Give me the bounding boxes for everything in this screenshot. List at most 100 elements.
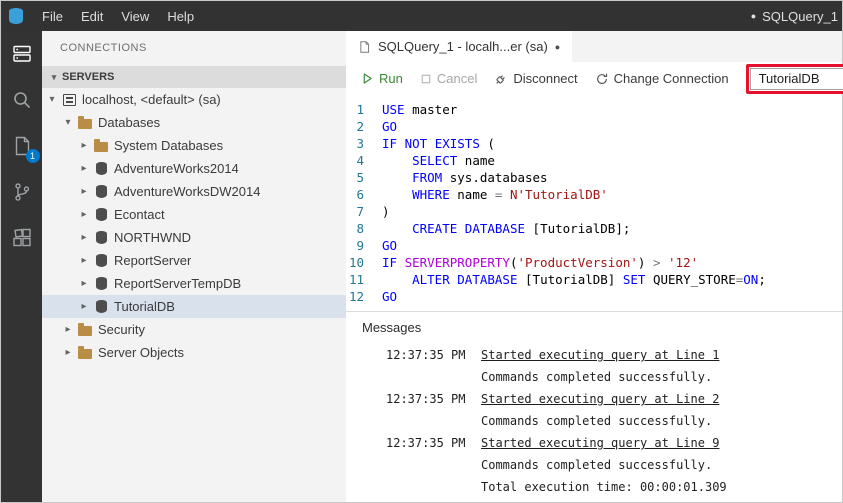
source-control-icon[interactable]	[9, 179, 35, 205]
chevron-right-icon[interactable]: ▸	[60, 324, 76, 335]
tree-item[interactable]: ▸ Security	[42, 318, 346, 341]
chevron-right-icon[interactable]: ▸	[76, 301, 92, 312]
message-text: Total execution time: 00:00:01.309	[481, 480, 727, 494]
tree-item[interactable]: ▸ System Databases	[42, 134, 346, 157]
servers-section-label: SERVERS	[62, 71, 115, 83]
database-dropdown-value: TutorialDB	[758, 71, 820, 86]
code-line[interactable]: 6 WHERE name = N'TutorialDB'	[346, 186, 842, 203]
chevron-down-icon[interactable]: ▾	[60, 117, 76, 128]
menu-view[interactable]: View	[112, 1, 158, 31]
tree-item[interactable]: ▸ AdventureWorks2014	[42, 157, 346, 180]
line-number: 11	[348, 272, 364, 287]
tree-item[interactable]: ▸ ReportServer	[42, 249, 346, 272]
code-line[interactable]: 5 FROM sys.databases	[346, 169, 842, 186]
code-line[interactable]: 1 USE master	[346, 101, 842, 118]
chevron-right-icon[interactable]: ▸	[76, 278, 92, 289]
line-number: 10	[348, 255, 364, 270]
tree-item[interactable]: ▾ localhost, <default> (sa)	[42, 88, 346, 111]
extensions-icon[interactable]	[9, 225, 35, 251]
message-time: 12:37:35 PM	[386, 436, 466, 450]
database-icon	[92, 277, 110, 290]
message-row: Commands completed successfully.	[346, 410, 842, 432]
tree-item-label: Econtact	[114, 207, 165, 222]
tree-item[interactable]: ▸ ReportServerTempDB	[42, 272, 346, 295]
code-text: GO	[382, 119, 398, 134]
folder-icon	[92, 139, 110, 152]
message-link[interactable]: Started executing query at Line 9	[481, 436, 719, 450]
tree-item[interactable]: ▸ AdventureWorksDW2014	[42, 180, 346, 203]
change-connection-button[interactable]: Change Connection	[595, 71, 729, 86]
code-line[interactable]: 8 CREATE DATABASE [TutorialDB];	[346, 220, 842, 237]
chevron-down-icon: ▾	[51, 71, 57, 82]
message-row: 12:37:35 PM Started executing query at Li…	[346, 432, 842, 454]
line-number: 12	[348, 289, 364, 304]
disconnect-button[interactable]: Disconnect	[494, 71, 578, 86]
code-line[interactable]: 3 IF NOT EXISTS (	[346, 135, 842, 152]
tree-item-label: TutorialDB	[114, 299, 175, 314]
code-editor[interactable]: 1 USE master 2 GO 3 IF NOT EXISTS (4 SELECT n…	[346, 95, 842, 311]
servers-activity-icon[interactable]	[9, 41, 35, 67]
change-connection-label: Change Connection	[613, 71, 729, 86]
line-number: 2	[356, 119, 364, 134]
database-dropdown[interactable]: TutorialDB	[749, 67, 843, 90]
line-number: 5	[356, 170, 364, 185]
code-line[interactable]: 10 IF SERVERPROPERTY('ProductVersion') > …	[346, 254, 842, 271]
message-row: 12:37:35 PM Started executing query at Li…	[346, 388, 842, 410]
code-text: GO	[382, 289, 398, 304]
message-text: Commands completed successfully.	[481, 458, 713, 472]
tree-item[interactable]: ▸ NORTHWND	[42, 226, 346, 249]
window-title-text: SQLQuery_1	[762, 8, 838, 24]
chevron-right-icon[interactable]: ▸	[76, 255, 92, 266]
chevron-right-icon[interactable]: ▸	[76, 186, 92, 197]
line-number: 9	[356, 238, 364, 253]
message-row: Commands completed successfully.	[346, 454, 842, 476]
line-number: 8	[356, 221, 364, 236]
chevron-down-icon[interactable]: ▾	[44, 94, 60, 105]
message-link[interactable]: Started executing query at Line 2	[481, 392, 719, 406]
message-row: Commands completed successfully.	[346, 366, 842, 388]
database-icon	[92, 162, 110, 175]
messages-list: 12:37:35 PM Started executing query at Li…	[346, 344, 842, 498]
tree-item[interactable]: ▸ Server Objects	[42, 341, 346, 364]
menu-file[interactable]: File	[33, 1, 72, 31]
line-number: 4	[356, 153, 364, 168]
line-number: 3	[356, 136, 364, 151]
search-icon[interactable]	[9, 87, 35, 113]
tree-item-label: ReportServer	[114, 253, 192, 268]
cancel-button[interactable]: Cancel	[420, 71, 477, 86]
chevron-right-icon[interactable]: ▸	[76, 209, 92, 220]
tree-item-label: AdventureWorksDW2014	[114, 184, 261, 199]
code-line[interactable]: 4 SELECT name	[346, 152, 842, 169]
task-history-icon[interactable]: 1	[9, 133, 40, 163]
servers-section-header[interactable]: ▾ SERVERS	[42, 66, 346, 88]
tree-item[interactable]: ▾ Databases	[42, 111, 346, 134]
tree-item[interactable]: ▸ Econtact	[42, 203, 346, 226]
tab-sqlquery1[interactable]: SQLQuery_1 - localh...er (sa) ●	[346, 31, 573, 62]
chevron-right-icon[interactable]: ▸	[60, 347, 76, 358]
code-line[interactable]: 2 GO	[346, 118, 842, 135]
code-line[interactable]: 12 GO	[346, 288, 842, 305]
chevron-right-icon[interactable]: ▸	[76, 140, 92, 151]
messages-panel: Messages 12:37:35 PM Started executing qu…	[346, 311, 842, 502]
menubar: File Edit View Help	[33, 1, 203, 31]
code-text: )	[382, 204, 390, 219]
folder-icon	[76, 323, 94, 336]
chevron-right-icon[interactable]: ▸	[76, 232, 92, 243]
tree-item-label: AdventureWorks2014	[114, 161, 239, 176]
message-link[interactable]: Started executing query at Line 1	[481, 348, 719, 362]
database-icon	[92, 254, 110, 267]
code-line[interactable]: 9 GO	[346, 237, 842, 254]
file-icon	[360, 40, 370, 53]
tree-item[interactable]: ▸ TutorialDB	[42, 295, 346, 318]
code-line[interactable]: 7)	[346, 203, 842, 220]
code-line[interactable]: 11 ALTER DATABASE [TutorialDB] SET QUERY…	[346, 271, 842, 288]
database-icon	[92, 208, 110, 221]
menu-help[interactable]: Help	[158, 1, 203, 31]
dirty-dot-icon: ●	[750, 11, 757, 21]
menu-edit[interactable]: Edit	[72, 1, 112, 31]
run-button[interactable]: Run	[361, 71, 403, 86]
code-text: IF NOT EXISTS (	[382, 136, 495, 151]
server-icon	[60, 93, 78, 106]
code-text: FROM sys.databases	[412, 170, 548, 185]
chevron-right-icon[interactable]: ▸	[76, 163, 92, 174]
